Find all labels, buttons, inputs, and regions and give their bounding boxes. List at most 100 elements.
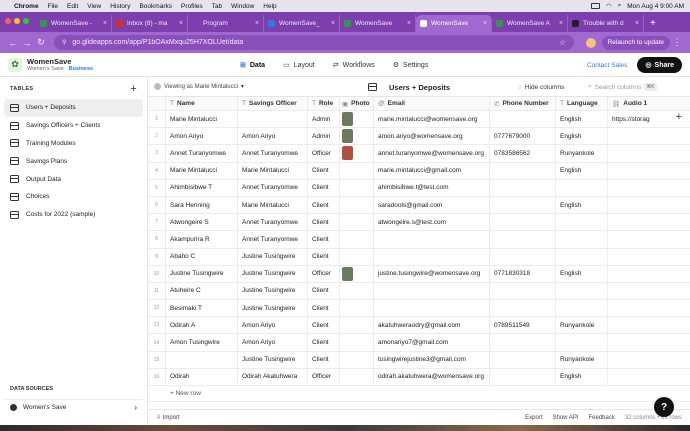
- cell-officer[interactable]: Annet Turanyomwe: [238, 145, 308, 162]
- cell-role[interactable]: Client: [308, 300, 340, 317]
- cell-name[interactable]: Amon Tusingwire: [166, 334, 238, 351]
- share-button[interactable]: ◎ Share: [637, 57, 682, 73]
- table-row[interactable]: 5 Ahimbisibwe T Annet Turanyomwe Client ahim…: [148, 179, 690, 197]
- cell-email[interactable]: marie.mintalucci@womensave.org: [374, 111, 490, 128]
- table-row[interactable]: 9 Abaho C Justine Tusingwire Client: [148, 248, 690, 266]
- cell-name[interactable]: Atuheire C: [166, 282, 238, 300]
- column-header-officer[interactable]: T Savings Officer: [238, 97, 308, 110]
- cell-photo[interactable]: [340, 162, 374, 179]
- menu-profiles[interactable]: Profiles: [181, 3, 203, 10]
- cell-name[interactable]: Ahimbisibwe T: [166, 179, 238, 196]
- cell-email[interactable]: annet.turanyomwe@womensave.org: [374, 145, 490, 162]
- table-row[interactable]: 13 Odirah A Amon Ariyo Client akatuhweraodry…: [148, 317, 690, 335]
- menu-kebab-icon[interactable]: ⋮: [670, 37, 684, 48]
- contact-sales-link[interactable]: Contact Sales: [587, 62, 627, 69]
- cell-photo[interactable]: [340, 231, 374, 248]
- cell-email[interactable]: saradools@gmail.com: [374, 196, 490, 214]
- import-button[interactable]: ⇩ Import: [156, 414, 180, 421]
- table-row[interactable]: 4 Marie Mintalucci Marie Mintalucci Client m…: [148, 162, 690, 180]
- cell-name[interactable]: Abaho C: [166, 248, 238, 265]
- cell-language[interactable]: English: [556, 111, 608, 128]
- cell-language[interactable]: [556, 282, 608, 300]
- profile-avatar[interactable]: [586, 37, 596, 48]
- cell-email[interactable]: tusingwirejustine3@gmail.com: [374, 351, 490, 368]
- hide-columns-button[interactable]: ◌ Hide columns: [518, 77, 564, 97]
- cell-role[interactable]: Client: [308, 282, 340, 300]
- cell-officer[interactable]: Amon Ariyo: [238, 128, 308, 145]
- cell-audio[interactable]: [608, 352, 660, 368]
- cell-audio[interactable]: [608, 180, 660, 196]
- table-row[interactable]: 1 Marie Mintalucci Admin marie.mintalucci@w…: [148, 111, 690, 129]
- cell-role[interactable]: Client: [308, 317, 340, 334]
- add-column-button[interactable]: +: [676, 111, 682, 123]
- cell-photo[interactable]: [340, 179, 374, 196]
- close-icon[interactable]: ×: [255, 20, 259, 27]
- cell-role[interactable]: Officer: [308, 265, 340, 282]
- cell-role[interactable]: Client: [308, 334, 340, 351]
- table-row[interactable]: 15 Justine Tusingwire Client tusingwirejust…: [148, 351, 690, 369]
- minimize-window-icon[interactable]: [14, 18, 20, 24]
- table-row[interactable]: 11 Atuheire C Justine Tusingwire Client: [148, 282, 690, 301]
- cell-name[interactable]: Atwongeire S: [166, 214, 238, 231]
- cell-officer[interactable]: Annet Turanyomwe: [238, 231, 308, 248]
- cell-role[interactable]: Client: [308, 231, 340, 248]
- cell-language[interactable]: Runyankole: [556, 351, 608, 368]
- sidebar-item-savings-plans[interactable]: Savings Plans: [4, 152, 143, 170]
- column-header-role[interactable]: T Role: [308, 97, 340, 110]
- cell-language[interactable]: [556, 334, 608, 351]
- bookmark-star-icon[interactable]: ☆: [559, 38, 566, 47]
- cell-phone[interactable]: [490, 248, 556, 265]
- cell-role[interactable]: Client: [308, 351, 340, 368]
- app-logo-icon[interactable]: ✿: [8, 57, 22, 72]
- cell-officer[interactable]: Marie Mintalucci: [238, 196, 308, 214]
- close-icon[interactable]: ×: [483, 20, 487, 27]
- menu-window[interactable]: Window: [231, 3, 254, 10]
- show-api-button[interactable]: Show API: [552, 415, 578, 421]
- cell-officer[interactable]: Annet Turanyomwe: [238, 179, 308, 196]
- cell-photo[interactable]: [340, 300, 374, 317]
- menu-tab[interactable]: Tab: [212, 3, 222, 10]
- cell-audio[interactable]: [608, 197, 660, 213]
- cell-name[interactable]: Amon Ariyo: [166, 128, 238, 145]
- sidebar-item-costs-2022[interactable]: Costs for 2022 (sample): [4, 206, 143, 224]
- cell-language[interactable]: [556, 214, 608, 231]
- cell-phone[interactable]: 0783586562: [490, 145, 556, 162]
- table-row[interactable]: 8 Akampurira R Annet Turanyomwe Client: [148, 231, 690, 249]
- browser-tab[interactable]: WomenSave A ×: [492, 15, 568, 32]
- cell-phone[interactable]: [490, 196, 556, 214]
- cell-email[interactable]: [374, 248, 490, 265]
- cell-email[interactable]: atwongeire.s@test.com: [374, 214, 490, 231]
- cell-name[interactable]: Annet Turanyomwe: [166, 145, 238, 162]
- cell-language[interactable]: English: [556, 196, 608, 214]
- sidebar-item-savings-officers[interactable]: Savings Officers + Clients: [4, 117, 143, 135]
- cell-audio[interactable]: [608, 231, 660, 247]
- cell-name[interactable]: Sara Henning: [166, 196, 238, 214]
- menu-edit[interactable]: Edit: [67, 3, 78, 10]
- cell-language[interactable]: [556, 248, 608, 265]
- nav-layout[interactable]: ▭ Layout: [283, 53, 315, 77]
- cell-name[interactable]: Marie Mintalucci: [166, 111, 238, 128]
- cell-email[interactable]: [374, 231, 490, 248]
- cell-name[interactable]: Justine Tusingwire: [166, 265, 238, 282]
- reload-icon[interactable]: ↻: [34, 37, 48, 48]
- cell-name[interactable]: Odirah A: [166, 317, 238, 334]
- back-icon[interactable]: ←: [6, 38, 20, 48]
- cell-officer[interactable]: [238, 111, 308, 128]
- add-table-button[interactable]: +: [130, 83, 137, 95]
- cell-email[interactable]: justine.tusingwire@womensave.org: [374, 265, 490, 282]
- browser-tab[interactable]: WomenSave ×: [340, 15, 416, 32]
- cell-phone[interactable]: [490, 162, 556, 179]
- url-field[interactable]: ⚲ go.glideapps.com/app/P1bOAxMxqu25H7XOL…: [54, 35, 574, 50]
- battery-icon[interactable]: [590, 3, 600, 9]
- relaunch-button[interactable]: Relaunch to update: [601, 35, 670, 50]
- site-info-icon[interactable]: ⚲: [62, 39, 66, 46]
- browser-tab[interactable]: Inbox (8) - ma ×: [112, 15, 188, 32]
- cell-role[interactable]: Client: [308, 248, 340, 265]
- cell-officer[interactable]: Marie Mintalucci: [238, 162, 308, 179]
- table-row[interactable]: 7 Atwongeire S Annet Turanyomwe Client atwon…: [148, 214, 690, 232]
- cell-phone[interactable]: 0777679000: [490, 128, 556, 145]
- cell-name[interactable]: Akampurira R: [166, 231, 238, 248]
- close-icon[interactable]: ×: [635, 20, 639, 27]
- cell-phone[interactable]: [490, 282, 556, 300]
- cell-phone[interactable]: [490, 214, 556, 231]
